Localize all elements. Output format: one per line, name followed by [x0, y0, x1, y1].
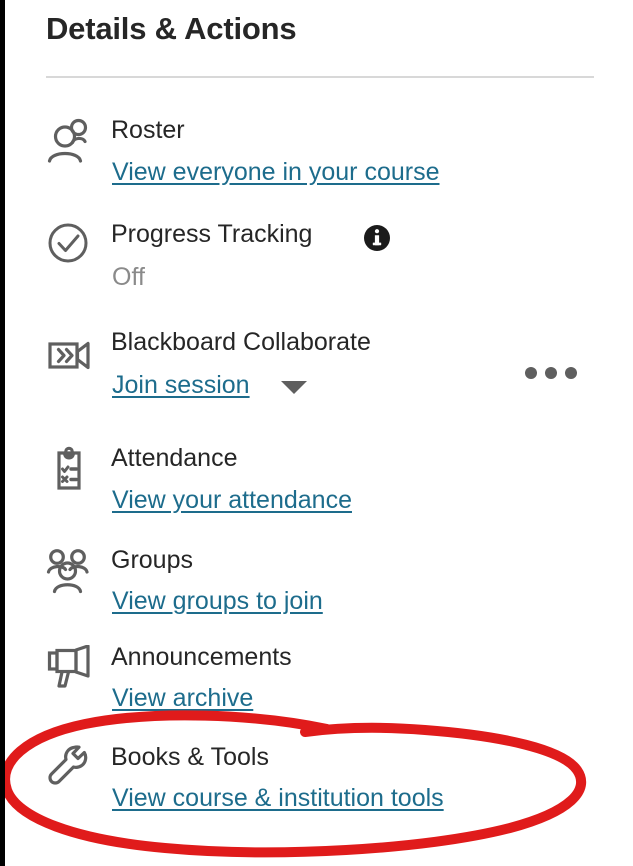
details-item-title: Books & Tools: [111, 743, 269, 771]
megaphone-icon: [46, 645, 92, 691]
red-ellipse-highlight-annotation: [0, 690, 633, 866]
details-item-title: Announcements: [111, 643, 292, 671]
announcements-view-archive-link[interactable]: View archive: [112, 683, 253, 713]
attendance-view-link[interactable]: View your attendance: [112, 485, 352, 515]
details-item-title: Progress Tracking: [111, 220, 313, 248]
chevron-down-icon[interactable]: [281, 381, 307, 394]
overflow-menu-icon[interactable]: [523, 364, 579, 382]
details-item-title: Attendance: [111, 444, 238, 472]
clipboard-checklist-icon: [46, 446, 92, 492]
info-circle-icon[interactable]: [363, 224, 391, 252]
video-camera-icon: [46, 332, 92, 378]
roster-people-icon: [46, 118, 92, 164]
details-item-title: Roster: [111, 116, 185, 144]
books-and-tools-view-link[interactable]: View course & institution tools: [112, 783, 444, 813]
details-item-title: Groups: [111, 546, 193, 574]
page-title: Details & Actions: [46, 11, 297, 46]
collaborate-join-session-link[interactable]: Join session: [112, 370, 250, 400]
roster-view-everyone-link[interactable]: View everyone in your course: [112, 157, 440, 187]
groups-view-link[interactable]: View groups to join: [112, 586, 323, 616]
progress-tracking-status: Off: [112, 263, 145, 291]
title-divider: [46, 76, 594, 78]
check-circle-icon: [46, 222, 92, 268]
wrench-icon: [46, 745, 92, 791]
panel-body: Details & Actions Roster View everyone i…: [0, 0, 633, 866]
groups-people-icon: [46, 548, 92, 594]
details-item-title: Blackboard Collaborate: [111, 328, 371, 356]
details-and-actions-panel: Details & Actions Roster View everyone i…: [0, 0, 633, 866]
